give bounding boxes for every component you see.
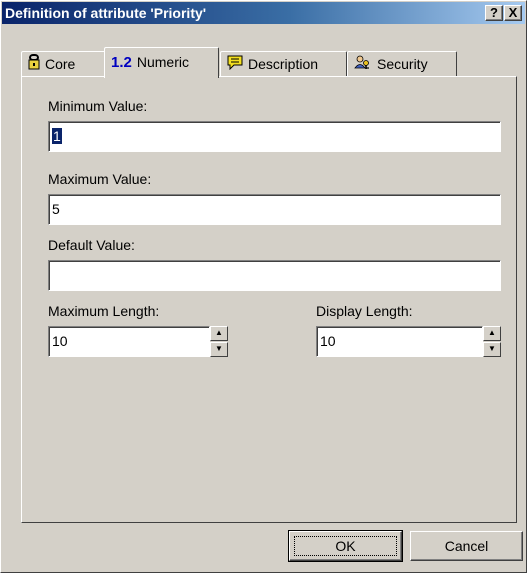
default-value-field[interactable]	[48, 260, 501, 291]
note-icon	[227, 53, 243, 77]
maximum-value-label: Maximum Value:	[48, 171, 152, 187]
maximum-length-spinner: ▲ ▼	[210, 326, 228, 357]
dialog-window: Definition of attribute 'Priority' ? X C…	[0, 0, 527, 573]
title-bar[interactable]: Definition of attribute 'Priority' ? X	[2, 2, 525, 24]
tab-security[interactable]: Security	[347, 51, 457, 77]
tab-security-label: Security	[377, 56, 428, 72]
display-length-spinner: ▲ ▼	[483, 326, 501, 357]
display-length-field[interactable]: 10	[316, 326, 483, 357]
tab-numeric-label: Numeric	[136, 54, 189, 70]
close-button[interactable]: X	[504, 5, 522, 21]
tab-numeric[interactable]: 1.2 Numeric	[104, 47, 219, 78]
tab-description[interactable]: Description	[220, 51, 347, 77]
tab-description-label: Description	[248, 56, 319, 72]
maximum-length-field[interactable]: 10	[48, 326, 210, 357]
display-length-down-button[interactable]: ▼	[483, 342, 501, 357]
lock-icon	[28, 53, 40, 77]
cancel-button[interactable]: Cancel	[410, 531, 523, 561]
maximum-value-field[interactable]: 5	[48, 194, 501, 225]
ok-button[interactable]: OK	[288, 530, 403, 562]
display-length-text: 10	[320, 333, 336, 349]
tab-core-label: Core	[45, 56, 76, 72]
maximum-length-down-button[interactable]: ▼	[210, 342, 228, 357]
cancel-button-label: Cancel	[444, 538, 489, 554]
maximum-length-text: 10	[52, 333, 68, 349]
dialog-title: Definition of attribute 'Priority'	[5, 5, 207, 21]
maximum-length-label: Maximum Length:	[48, 303, 160, 319]
tab-core[interactable]: Core	[21, 51, 106, 77]
maximum-value-text: 5	[52, 201, 60, 217]
display-length-up-button[interactable]: ▲	[483, 326, 501, 341]
minimum-value-text: 1	[52, 128, 62, 144]
ok-focus-ring	[294, 536, 397, 556]
minimum-value-field[interactable]: 1	[48, 121, 501, 152]
numeric-tab-panel: Minimum Value: 1 Maximum Value: 5 Defaul…	[21, 76, 517, 523]
minimum-value-label: Minimum Value:	[48, 98, 148, 114]
help-button[interactable]: ?	[485, 5, 503, 21]
display-length-label: Display Length:	[316, 303, 413, 319]
numeric-icon: 1.2	[111, 54, 132, 71]
default-value-label: Default Value:	[48, 237, 135, 253]
users-key-icon	[354, 53, 372, 77]
maximum-length-up-button[interactable]: ▲	[210, 326, 228, 341]
